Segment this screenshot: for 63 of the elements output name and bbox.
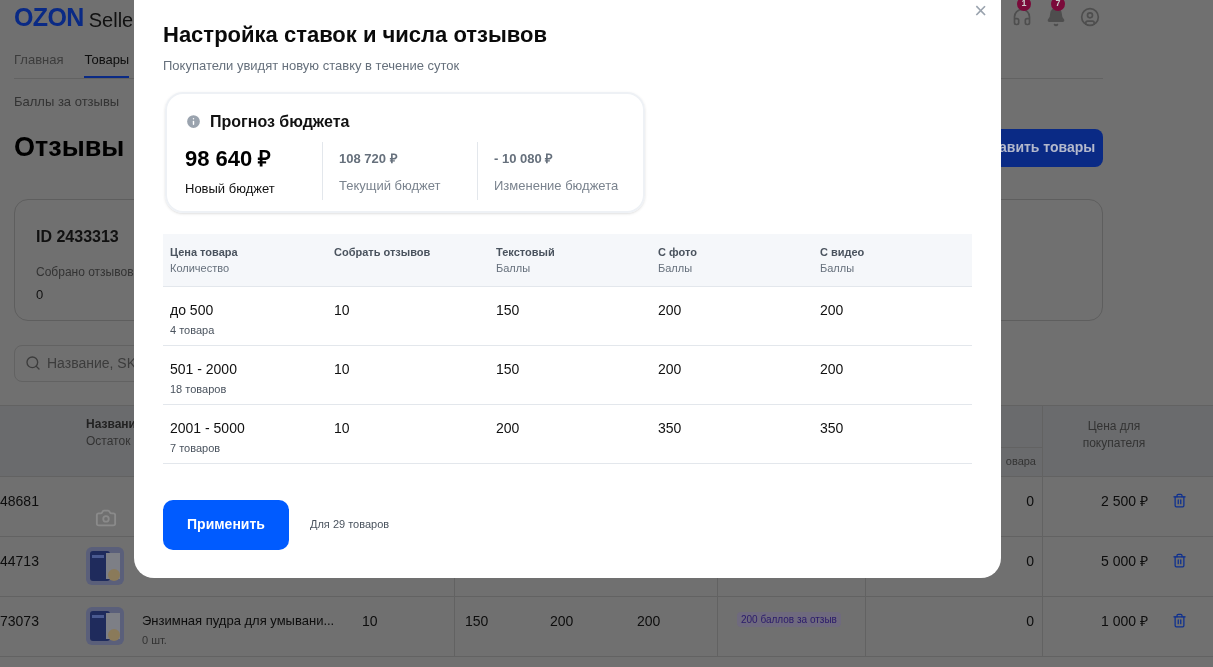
- budget-value: 108 720 ₽: [339, 149, 398, 168]
- budget-value: 98 640 ₽: [185, 144, 272, 173]
- budget-value: - 10 080 ₽: [494, 149, 554, 168]
- notification-badge: 7: [1051, 0, 1065, 11]
- column-header: Цена для покупателя: [1081, 417, 1147, 452]
- sku-cell: 44713: [0, 552, 39, 569]
- table-cell-text: 200: [820, 300, 844, 320]
- budget-label: Новый бюджет: [185, 179, 275, 198]
- modal-title: Настройка ставок и числа отзывов: [163, 21, 547, 49]
- modal-subtitle: Покупатели увидят новую ставку в течение суток: [163, 57, 460, 75]
- column-subheader: Баллы: [820, 260, 855, 276]
- column-header: овара: [1005, 454, 1036, 470]
- table-cell: 200: [637, 612, 661, 629]
- product-count: 4 товара: [170, 322, 215, 338]
- table-cell-text: 150: [496, 300, 520, 320]
- points-badge: 200 баллов за отзыв: [737, 611, 841, 627]
- table-cell-text: 2001 - 5000: [170, 418, 245, 438]
- table-cell-text: 0: [1026, 611, 1034, 631]
- table-cell-text: 200: [496, 418, 520, 438]
- column-header: С фото: [658, 244, 697, 260]
- product-count: 18 товаров: [170, 381, 227, 397]
- column-header: С видео: [820, 244, 865, 260]
- table-cell-text: 501 - 2000: [170, 359, 237, 379]
- column-header: Названи: [86, 415, 136, 433]
- sku-cell: 73073: [0, 612, 39, 629]
- collected-value: 0: [36, 285, 44, 304]
- brand-text: Selle: [88, 9, 134, 30]
- collected-label: Собрано отзывов: [36, 263, 134, 281]
- column-subheader: Количество: [170, 260, 230, 276]
- price-cell-text: 1 000 ₽: [1101, 611, 1148, 631]
- price-cell-text: 5 000 ₽: [1101, 551, 1148, 571]
- column-header: Цена товара: [170, 244, 238, 260]
- table-cell: 10: [362, 612, 378, 629]
- sku-cell: 48681: [0, 492, 39, 509]
- products-note: Для 29 товаров: [310, 517, 390, 533]
- table-cell-text: до 500: [170, 300, 214, 320]
- table-cell-text: 200: [820, 359, 844, 379]
- campaign-id: ID 2433313: [36, 226, 119, 247]
- table-cell: 150: [465, 612, 489, 629]
- table-cell-text: 200: [658, 359, 682, 379]
- notification-badge: 1: [1017, 0, 1031, 11]
- table-cell-text: 10: [334, 300, 350, 320]
- page-title: Отзывы: [14, 131, 125, 165]
- column-header: Текстовый: [496, 244, 555, 260]
- table-cell: 200: [550, 612, 574, 629]
- table-cell-text: 0: [1026, 491, 1034, 511]
- table-cell-text: 200: [658, 300, 682, 320]
- column-subheader: Баллы: [496, 260, 531, 276]
- price-cell-text: 2 500 ₽: [1101, 491, 1148, 511]
- product-count: 7 товаров: [170, 440, 221, 456]
- column-subheader: Остаток: [86, 432, 131, 450]
- table-cell-text: 0: [1026, 551, 1034, 571]
- table-cell-text: 10: [334, 359, 350, 379]
- table-cell-text: 150: [496, 359, 520, 379]
- logo: OZON: [14, 4, 84, 30]
- column-subheader: Баллы: [658, 260, 693, 276]
- table-cell-text: 10: [334, 418, 350, 438]
- budget-title: Прогноз бюджета: [210, 111, 350, 132]
- table-cell-text: 350: [820, 418, 844, 438]
- budget-label: Текущий бюджет: [339, 177, 441, 195]
- column-header: Собрать отзывов: [334, 244, 431, 260]
- table-cell-text: 350: [658, 418, 682, 438]
- budget-label: Изменение бюджета: [494, 177, 619, 195]
